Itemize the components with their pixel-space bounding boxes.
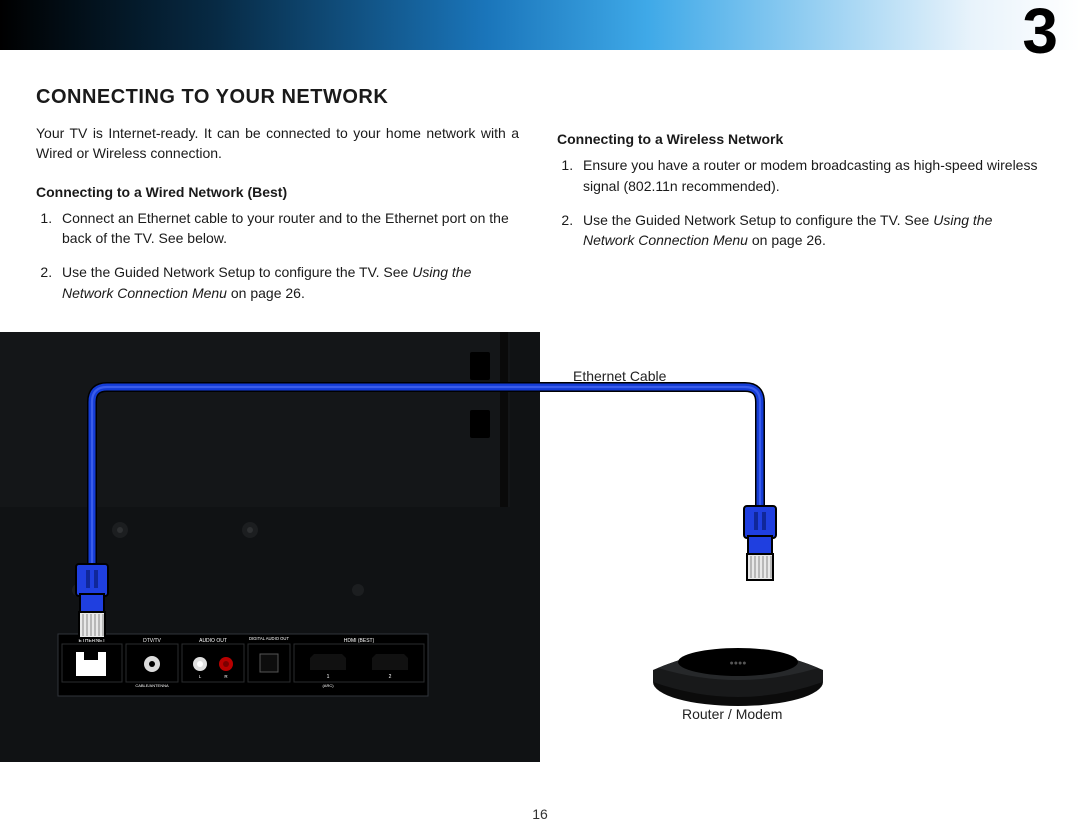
wired-step-1: Connect an Ethernet cable to your router… — [56, 208, 519, 249]
header-band — [0, 0, 1080, 50]
svg-text:AUDIO OUT: AUDIO OUT — [199, 638, 227, 644]
chapter-number: 3 — [1022, 0, 1058, 68]
svg-text:1: 1 — [327, 674, 330, 680]
svg-text:CABLE/ANTENNA: CABLE/ANTENNA — [135, 683, 169, 688]
column-right: Connecting to a Wireless Network Ensure … — [557, 123, 1040, 317]
wireless-step-2a: Use the Guided Network Setup to configur… — [583, 212, 933, 228]
content-area: CONNECTING TO YOUR NETWORK Your TV is In… — [36, 86, 1040, 317]
svg-text:2: 2 — [389, 674, 392, 680]
svg-text:●●●●: ●●●● — [730, 660, 747, 667]
column-left: Your TV is Internet-ready. It can be con… — [36, 123, 519, 317]
intro-text: Your TV is Internet-ready. It can be con… — [36, 123, 519, 164]
wired-step-2: Use the Guided Network Setup to configur… — [56, 262, 519, 303]
wired-heading: Connecting to a Wired Network (Best) — [36, 182, 519, 202]
connection-diagram: ETHERNET DTV/TV CABLE/ANTENNA AUDIO OUT … — [0, 332, 970, 762]
wired-step-2a: Use the Guided Network Setup to configur… — [62, 264, 412, 280]
wireless-step-2c: on page 26. — [748, 232, 826, 248]
wireless-step-1: Ensure you have a router or modem broadc… — [577, 155, 1040, 196]
wired-step-2c: on page 26. — [227, 285, 305, 301]
svg-text:HDMI (BEST): HDMI (BEST) — [344, 638, 375, 644]
tv-back-illustration: ETHERNET DTV/TV CABLE/ANTENNA AUDIO OUT … — [0, 332, 540, 762]
wireless-heading: Connecting to a Wireless Network — [557, 129, 1040, 149]
svg-text:DIGITAL AUDIO OUT: DIGITAL AUDIO OUT — [249, 636, 289, 641]
wireless-step-2: Use the Guided Network Setup to configur… — [577, 210, 1040, 251]
page-number: 16 — [0, 806, 1080, 822]
wired-steps: Connect an Ethernet cable to your router… — [36, 208, 519, 303]
wireless-steps: Ensure you have a router or modem broadc… — [557, 155, 1040, 250]
router-illustration: ●●●● — [653, 648, 823, 706]
svg-text:DTV/TV: DTV/TV — [143, 638, 161, 644]
svg-text:(ARC): (ARC) — [322, 683, 334, 688]
section-title: CONNECTING TO YOUR NETWORK — [36, 86, 1040, 109]
